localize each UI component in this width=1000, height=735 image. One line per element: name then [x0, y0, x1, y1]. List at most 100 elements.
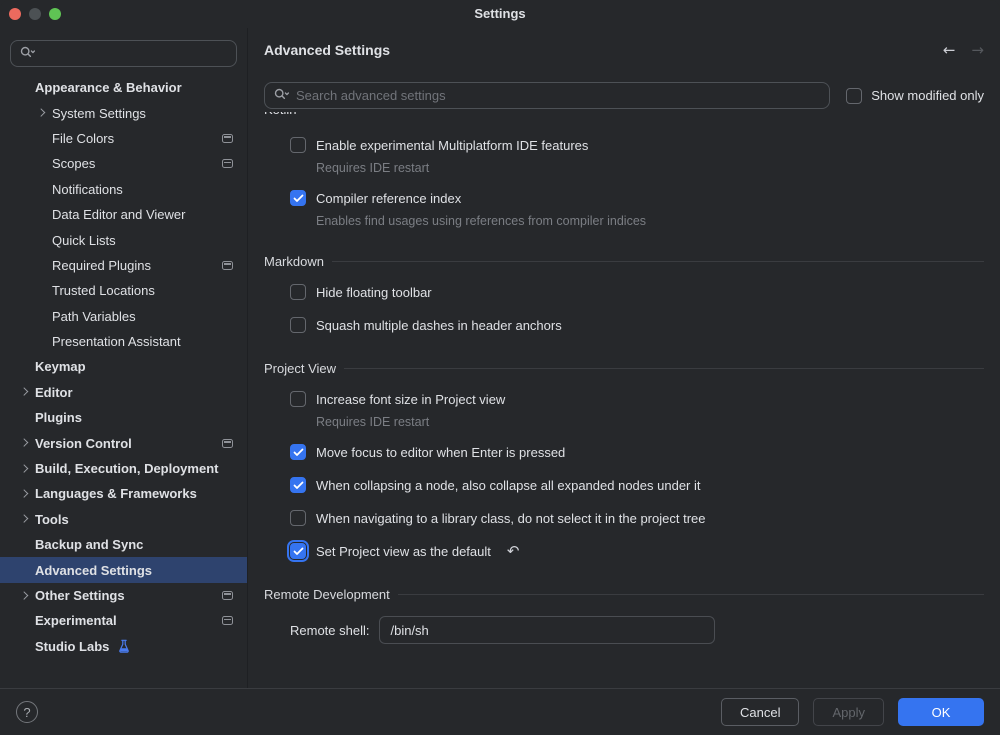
setting-row-move-focus-to-editor-when-enter-is-pressed: Move focus to editor when Enter is press…: [290, 442, 984, 462]
sidebar-item-label: Required Plugins: [52, 258, 151, 273]
revert-to-default-icon[interactable]: ↶: [507, 544, 520, 559]
section-header-kotlin: Kotlin: [264, 112, 984, 122]
sidebar-item-system-settings[interactable]: System Settings: [0, 100, 247, 125]
sidebar-item-label: Plugins: [35, 410, 82, 425]
sidebar-item-data-editor-and-viewer[interactable]: Data Editor and Viewer: [0, 202, 247, 227]
sidebar-item-file-colors[interactable]: File Colors: [0, 126, 247, 151]
checkbox-move-focus-to-editor-when-enter-is-pressed[interactable]: [290, 444, 306, 460]
setting-hint: Enables find usages using references fro…: [316, 214, 984, 228]
sidebar-item-label: Keymap: [35, 359, 86, 374]
advanced-search-field[interactable]: [264, 82, 830, 109]
sidebar-item-label: System Settings: [52, 106, 146, 121]
checkbox-label: Set Project view as the default: [316, 544, 491, 559]
setting-row-when-navigating-to-a-library-class-do-not-select-it-in-the-project-tree: When navigating to a library class, do n…: [290, 508, 984, 528]
checkbox-squash-multiple-dashes-in-header-anchors[interactable]: [290, 317, 306, 333]
ok-button[interactable]: OK: [898, 698, 984, 726]
chevron-right-icon[interactable]: [20, 388, 28, 396]
apply-button[interactable]: Apply: [813, 698, 884, 726]
sidebar-search-input[interactable]: [10, 40, 237, 67]
setting-hint: Requires IDE restart: [316, 161, 984, 175]
forward-arrow-button[interactable]: →: [971, 43, 984, 58]
section-header-markdown: Markdown: [264, 254, 984, 269]
cancel-button[interactable]: Cancel: [721, 698, 799, 726]
remote-shell-input[interactable]: [379, 616, 715, 644]
setting-row-when-collapsing-a-node-also-collapse-all-expanded-nodes-under-it: When collapsing a node, also collapse al…: [290, 475, 984, 495]
setting-row-remote-shell: Remote shell:: [290, 616, 984, 644]
checkbox-label: Enable experimental Multiplatform IDE fe…: [316, 138, 588, 153]
checkbox-label: Compiler reference index: [316, 191, 461, 206]
chevron-right-icon[interactable]: [20, 464, 28, 472]
checkbox-label: When collapsing a node, also collapse al…: [316, 478, 700, 493]
checkbox-when-navigating-to-a-library-class-do-not-select-it-in-the-project-tree[interactable]: [290, 510, 306, 526]
sidebar-item-studio-labs[interactable]: Studio Labs: [0, 634, 247, 659]
sidebar-item-version-control[interactable]: Version Control: [0, 430, 247, 455]
chevron-right-icon[interactable]: [20, 591, 28, 599]
sidebar-item-label: Tools: [35, 512, 69, 527]
sidebar-item-languages-frameworks[interactable]: Languages & Frameworks: [0, 481, 247, 506]
checkbox-set-project-view-as-the-default[interactable]: [290, 543, 306, 559]
settings-tree: Appearance & Behavior System Settings File…: [0, 75, 247, 659]
sidebar-item-path-variables[interactable]: Path Variables: [0, 304, 247, 329]
sidebar-item-required-plugins[interactable]: Required Plugins: [0, 253, 247, 278]
checkbox-compiler-reference-index[interactable]: [290, 190, 306, 206]
help-button[interactable]: ?: [16, 701, 38, 723]
chevron-right-icon[interactable]: [37, 109, 45, 117]
chevron-right-icon[interactable]: [20, 515, 28, 523]
sidebar-item-editor[interactable]: Editor: [0, 380, 247, 405]
checkbox-increase-font-size-in-project-view[interactable]: [290, 391, 306, 407]
sidebar-item-label: Path Variables: [52, 309, 136, 324]
sidebar-item-label: Version Control: [35, 436, 132, 451]
sidebar-item-backup-and-sync[interactable]: Backup and Sync: [0, 532, 247, 557]
setting-hint: Requires IDE restart: [316, 415, 984, 429]
checkbox-when-collapsing-a-node-also-collapse-all-expanded-nodes-under-it[interactable]: [290, 477, 306, 493]
search-icon: [19, 45, 36, 63]
settings-sidebar: Appearance & Behavior System Settings File…: [0, 28, 248, 688]
checkbox-enable-experimental-multiplatform-ide-features[interactable]: [290, 137, 306, 153]
back-arrow-button[interactable]: ←: [943, 43, 956, 58]
sidebar-item-plugins[interactable]: Plugins: [0, 405, 247, 430]
advanced-settings-panel: Advanced Settings ← → Show modified only…: [248, 28, 1000, 688]
advanced-search-input[interactable]: [290, 88, 829, 103]
sidebar-item-quick-lists[interactable]: Quick Lists: [0, 227, 247, 252]
sidebar-item-label: Quick Lists: [52, 233, 116, 248]
window-title: Settings: [0, 6, 1000, 21]
sidebar-item-label: Data Editor and Viewer: [52, 207, 185, 222]
sidebar-item-build-execution-deployment[interactable]: Build, Execution, Deployment: [0, 456, 247, 481]
sidebar-item-label: Notifications: [52, 182, 123, 197]
section-title: Kotlin: [264, 112, 297, 117]
sidebar-item-label: Other Settings: [35, 588, 125, 603]
settings-window: Settings Appearance & Behavior System Set…: [0, 0, 1000, 735]
show-modified-only-checkbox[interactable]: [846, 88, 862, 104]
sidebar-item-trusted-locations[interactable]: Trusted Locations: [0, 278, 247, 303]
sidebar-item-experimental[interactable]: Experimental: [0, 608, 247, 633]
sidebar-item-label: Languages & Frameworks: [35, 486, 197, 501]
sidebar-item-tools[interactable]: Tools: [0, 507, 247, 532]
chevron-right-icon[interactable]: [20, 439, 28, 447]
show-modified-only-label: Show modified only: [871, 88, 984, 103]
sidebar-item-notifications[interactable]: Notifications: [0, 177, 247, 202]
section-title: Remote Development: [264, 587, 390, 602]
checkbox-label: Move focus to editor when Enter is press…: [316, 445, 565, 460]
sidebar-item-scopes[interactable]: Scopes: [0, 151, 247, 176]
sidebar-item-label: Backup and Sync: [35, 537, 143, 552]
flask-icon: [117, 639, 131, 654]
chevron-right-icon[interactable]: [20, 490, 28, 498]
checkbox-label: When navigating to a library class, do n…: [316, 511, 705, 526]
sidebar-item-label: Build, Execution, Deployment: [35, 461, 218, 476]
setting-row-squash-multiple-dashes-in-header-anchors: Squash multiple dashes in header anchors: [290, 315, 984, 335]
project-settings-icon: [222, 159, 233, 168]
checkbox-label: Increase font size in Project view: [316, 392, 505, 407]
section-header-project-view: Project View: [264, 361, 984, 376]
section-title: Markdown: [264, 254, 324, 269]
project-settings-icon: [222, 616, 233, 625]
sidebar-item-label: Advanced Settings: [35, 563, 152, 578]
sidebar-item-label: Experimental: [35, 613, 117, 628]
sidebar-item-presentation-assistant[interactable]: Presentation Assistant: [0, 329, 247, 354]
sidebar-item-appearance-behavior[interactable]: Appearance & Behavior: [0, 75, 247, 100]
sidebar-item-other-settings[interactable]: Other Settings: [0, 583, 247, 608]
checkbox-hide-floating-toolbar[interactable]: [290, 284, 306, 300]
sidebar-item-keymap[interactable]: Keymap: [0, 354, 247, 379]
setting-row-compiler-reference-index: Compiler reference index: [290, 188, 984, 208]
sidebar-item-label: Studio Labs: [35, 639, 109, 654]
sidebar-item-advanced-settings[interactable]: Advanced Settings: [0, 557, 247, 582]
